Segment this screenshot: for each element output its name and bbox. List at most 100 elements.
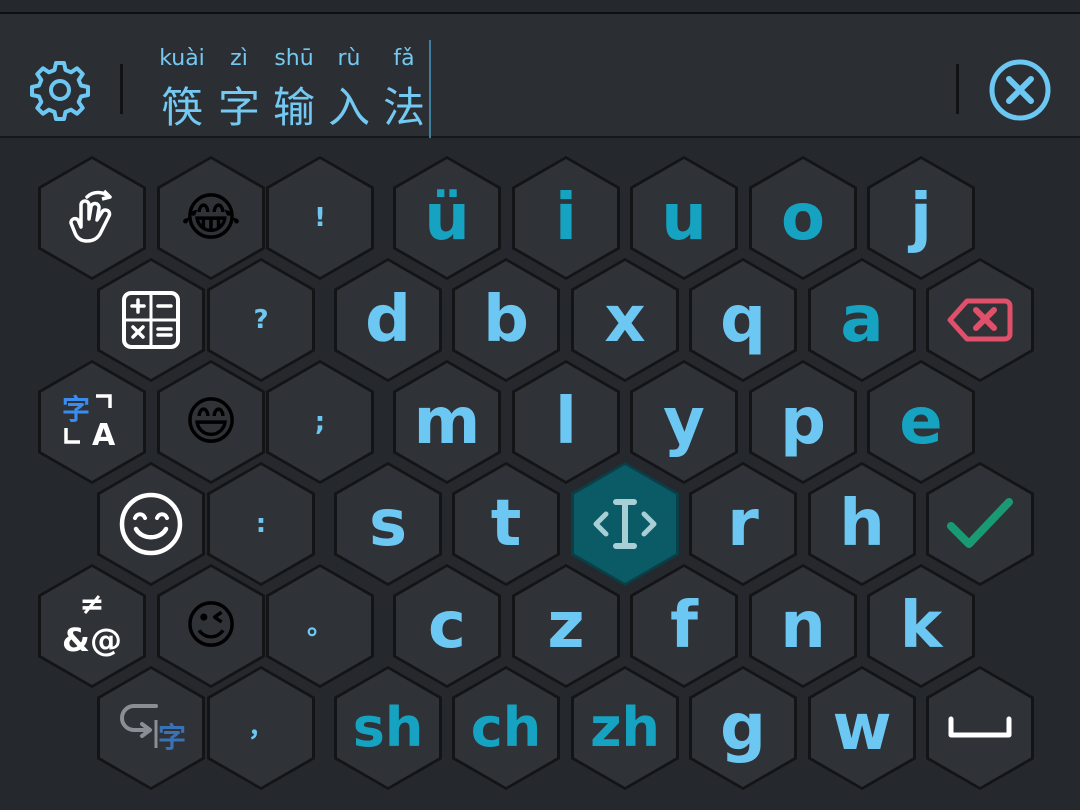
symbol-key[interactable]: ? — [207, 258, 315, 382]
gear-icon — [30, 61, 90, 121]
letter-key[interactable]: p — [749, 360, 857, 484]
settings-button[interactable] — [28, 58, 92, 122]
smiley-icon — [119, 492, 183, 556]
key-label: c — [428, 589, 466, 663]
emoji-wink: 😉 — [183, 596, 239, 656]
pinyin-syllable: kuài — [159, 46, 205, 71]
hanzi-char: 输 — [272, 83, 315, 132]
letter-key[interactable]: ch — [452, 666, 560, 790]
symbol-key[interactable]: : — [207, 462, 315, 586]
key-label: ? — [253, 305, 269, 335]
letter-key[interactable]: zh — [571, 666, 679, 790]
key-label: : — [255, 509, 267, 539]
emoji-key-joy[interactable]: 😂 — [157, 156, 265, 280]
letter-key[interactable]: ü — [393, 156, 501, 280]
letter-key[interactable]: a — [808, 258, 916, 382]
delete-key[interactable] — [926, 258, 1034, 382]
letter-key[interactable]: u — [630, 156, 738, 280]
letter-key[interactable]: i — [512, 156, 620, 280]
key-label: l — [555, 385, 577, 459]
key-label: zh — [590, 696, 660, 759]
letter-key[interactable]: r — [689, 462, 797, 586]
space-key[interactable] — [926, 666, 1034, 790]
backspace-icon — [947, 298, 1013, 342]
key-label: p — [780, 385, 826, 459]
letter-key[interactable]: l — [512, 360, 620, 484]
symbol-key[interactable]: ; — [266, 360, 374, 484]
pinyin-syllable: zì — [230, 46, 248, 71]
letter-key[interactable]: f — [630, 564, 738, 688]
gesture-key[interactable] — [38, 156, 146, 280]
letter-key[interactable]: k — [867, 564, 975, 688]
key-label: a — [840, 283, 884, 357]
emoji-panel-key[interactable] — [97, 462, 205, 586]
return-to-chinese-icon: 字 — [116, 698, 186, 758]
clear-circle-icon — [989, 59, 1051, 121]
key-label: ch — [470, 696, 542, 759]
symbol-key[interactable]: ! — [266, 156, 374, 280]
key-label: n — [780, 589, 826, 663]
symbols-label-top: ≠ — [79, 587, 105, 622]
enter-key[interactable] — [926, 462, 1034, 586]
symbols-label-bottom: &@ — [62, 621, 122, 659]
clear-button[interactable] — [988, 58, 1052, 122]
key-label: y — [663, 385, 705, 459]
letter-key[interactable]: j — [867, 156, 975, 280]
letter-key[interactable]: m — [393, 360, 501, 484]
hanzi-char: 字 — [217, 83, 260, 132]
cursor-move-key[interactable] — [571, 462, 679, 586]
key-label: g — [720, 691, 766, 765]
emoji-grin: 😄 — [183, 392, 239, 452]
letter-key[interactable]: sh — [334, 666, 442, 790]
letter-key[interactable]: b — [452, 258, 560, 382]
key-label: e — [899, 385, 943, 459]
symbols-icon: ≠ &@ — [59, 587, 125, 659]
symbols-keyboard-key[interactable]: ≠ &@ — [38, 564, 146, 688]
input-bar: kuài zì shū rù fǎ 筷 字 输 入 法 — [0, 14, 1080, 138]
emoji-key-wink[interactable]: 😉 — [157, 564, 265, 688]
key-label: ， — [247, 713, 274, 743]
return-to-chinese-key[interactable]: 字 — [97, 666, 205, 790]
letter-key[interactable]: q — [689, 258, 797, 382]
key-label: i — [555, 181, 577, 255]
key-label: w — [832, 691, 892, 765]
letter-key[interactable]: w — [808, 666, 916, 790]
key-label: k — [899, 589, 943, 663]
return-label: 字 — [158, 721, 187, 754]
key-label: ; — [314, 407, 326, 437]
key-label: d — [365, 283, 411, 357]
space-bar-icon — [948, 716, 1012, 738]
letter-key[interactable]: x — [571, 258, 679, 382]
calculator-key[interactable] — [97, 258, 205, 382]
letter-key[interactable]: t — [452, 462, 560, 586]
swipe-gesture-icon — [69, 189, 112, 243]
text-caret — [429, 40, 431, 138]
key-label: ü — [424, 181, 470, 255]
letter-key[interactable]: e — [867, 360, 975, 484]
emoji-key-grin[interactable]: 😄 — [157, 360, 265, 484]
pinyin-syllable: shū — [274, 46, 314, 71]
letter-key[interactable]: n — [749, 564, 857, 688]
letter-key[interactable]: h — [808, 462, 916, 586]
letter-key[interactable]: s — [334, 462, 442, 586]
letter-key[interactable]: o — [749, 156, 857, 280]
text-cursor-icon — [593, 499, 657, 549]
checkmark-icon — [947, 498, 1013, 548]
key-label: t — [490, 487, 522, 561]
key-label: o — [781, 181, 825, 255]
key-label: z — [547, 589, 585, 663]
language-switch-key[interactable]: 字 A — [38, 360, 146, 484]
symbol-key[interactable]: 。 — [266, 564, 374, 688]
key-label: q — [720, 283, 766, 357]
calculator-icon — [122, 291, 180, 349]
letter-key[interactable]: y — [630, 360, 738, 484]
composition-area[interactable]: kuài zì shū rù fǎ 筷 字 输 入 法 — [150, 28, 440, 150]
letter-key[interactable]: c — [393, 564, 501, 688]
letter-key[interactable]: z — [512, 564, 620, 688]
letter-key[interactable]: d — [334, 258, 442, 382]
key-label: 。 — [306, 611, 333, 641]
hanzi-char: 筷 — [160, 83, 203, 132]
symbol-key[interactable]: ， — [207, 666, 315, 790]
pinyin-syllable: rù — [337, 46, 361, 71]
letter-key[interactable]: g — [689, 666, 797, 790]
